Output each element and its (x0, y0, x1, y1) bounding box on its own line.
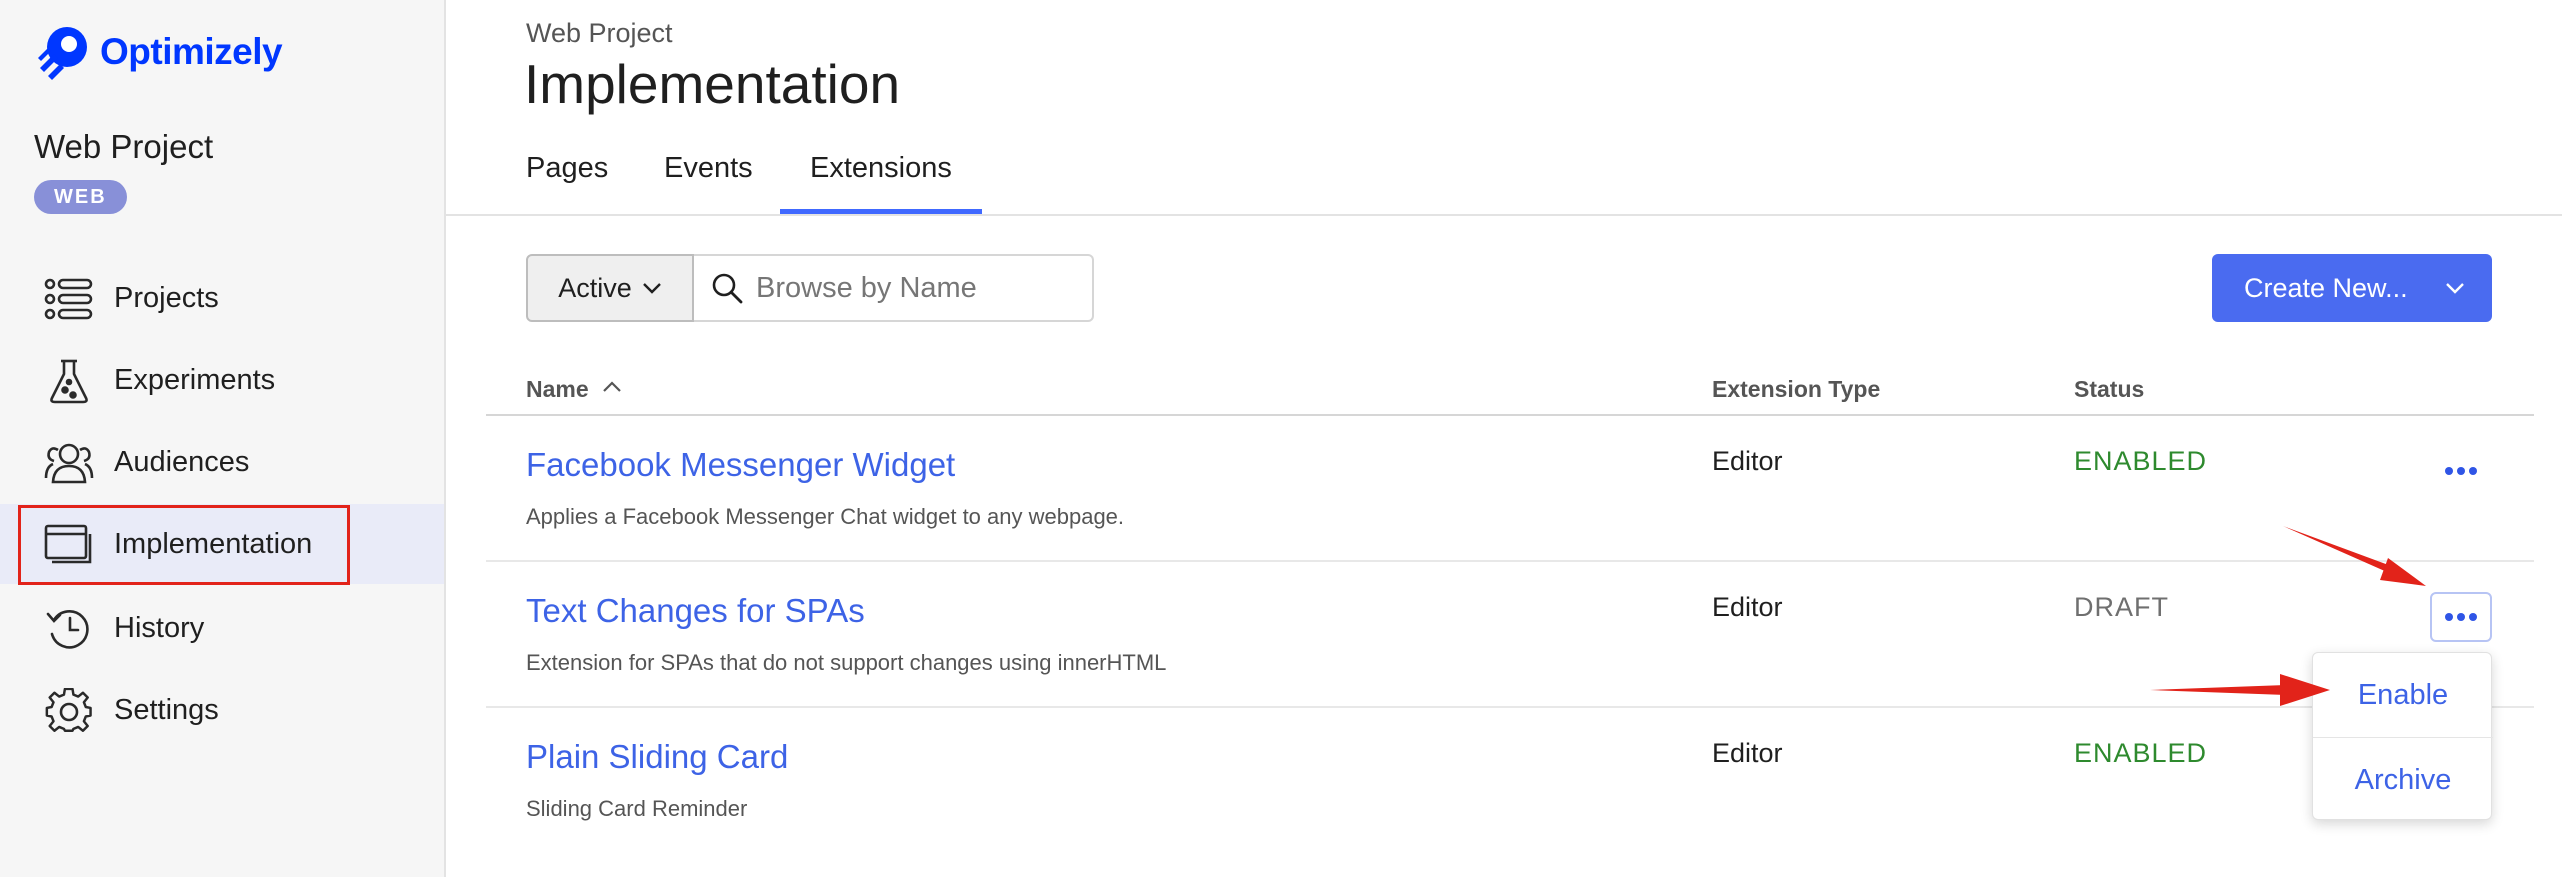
sidebar-item-label: History (114, 611, 205, 644)
table-row: Facebook Messenger Widget Applies a Face… (486, 416, 2534, 562)
extension-name-link[interactable]: Facebook Messenger Widget (526, 446, 955, 484)
project-name: Web Project (34, 128, 214, 165)
more-actions-button[interactable] (2430, 592, 2492, 642)
chevron-down-icon (2446, 283, 2464, 294)
project-type-badge: WEB (34, 180, 127, 214)
table-row: Text Changes for SPAs Extension for SPAs… (486, 562, 2534, 708)
ellipsis-icon (2445, 467, 2477, 475)
brand-name: Optimizely (100, 31, 283, 72)
optimizely-logo-icon (38, 27, 87, 80)
column-header-status[interactable]: Status (2074, 376, 2144, 403)
extension-type: Editor (1712, 446, 1783, 476)
table-row: Plain Sliding Card Sliding Card Reminder… (486, 708, 2534, 854)
ellipsis-icon (2445, 613, 2477, 621)
people-icon (44, 443, 94, 484)
menu-item-enable[interactable]: Enable (2313, 653, 2493, 737)
page-title: Implementation (524, 53, 901, 115)
tab-events[interactable]: Events (664, 152, 753, 185)
breadcrumb[interactable]: Web Project (526, 18, 673, 49)
create-new-button[interactable]: Create New... (2212, 254, 2492, 322)
tab-pages[interactable]: Pages (526, 152, 608, 185)
sidebar-item-label: Settings (114, 693, 219, 726)
active-tab-indicator (780, 209, 982, 214)
sidebar: Optimizely Web Project WEB Projects Expe… (0, 0, 446, 877)
sidebar-item-history[interactable]: History (0, 588, 444, 668)
menu-item-archive[interactable]: Archive (2313, 738, 2493, 822)
column-header-name[interactable]: Name (526, 376, 623, 403)
status-filter-dropdown[interactable]: Active (526, 254, 694, 322)
list-icon (44, 278, 93, 320)
column-header-label: Name (526, 376, 589, 402)
chevron-down-icon (642, 283, 661, 294)
status-label: ENABLED (2074, 738, 2208, 768)
extension-name-link[interactable]: Plain Sliding Card (526, 738, 788, 776)
history-icon (46, 610, 89, 649)
status-filter-value: Active (558, 272, 632, 303)
more-actions-button[interactable] (2430, 446, 2492, 496)
sidebar-item-settings[interactable]: Settings (0, 670, 444, 750)
search-box (694, 254, 1094, 322)
extension-description: Extension for SPAs that do not support c… (526, 650, 1167, 675)
annotation-highlight-box (18, 505, 350, 585)
extension-description: Applies a Facebook Messenger Chat widget… (526, 504, 1125, 529)
extension-name-link[interactable]: Text Changes for SPAs (526, 592, 865, 630)
status-label: ENABLED (2074, 446, 2208, 476)
gear-icon (45, 688, 92, 732)
extension-type: Editor (1712, 592, 1783, 622)
status-label: DRAFT (2074, 592, 2169, 622)
sidebar-item-projects[interactable]: Projects (0, 258, 444, 338)
optimizely-logo[interactable]: Optimizely (34, 22, 283, 82)
search-input[interactable] (756, 271, 1076, 305)
sidebar-item-audiences[interactable]: Audiences (0, 422, 444, 502)
extension-type: Editor (1712, 738, 1783, 768)
flask-icon (50, 359, 88, 404)
tab-extensions[interactable]: Extensions (810, 152, 952, 185)
sidebar-item-label: Experiments (114, 363, 276, 396)
filter-group: Active (526, 254, 1094, 322)
sidebar-item-label: Audiences (114, 445, 250, 478)
column-header-extension-type[interactable]: Extension Type (1712, 376, 1880, 403)
create-new-label: Create New... (2244, 272, 2408, 303)
row-actions-menu: Enable Archive (2312, 652, 2493, 822)
search-icon (712, 273, 743, 304)
extension-description: Sliding Card Reminder (526, 796, 748, 821)
sidebar-item-experiments[interactable]: Experiments (0, 340, 444, 420)
tab-bar: Pages Events Extensions (446, 140, 2562, 216)
sort-ascending-icon (603, 381, 621, 392)
sidebar-item-label: Projects (114, 281, 219, 314)
